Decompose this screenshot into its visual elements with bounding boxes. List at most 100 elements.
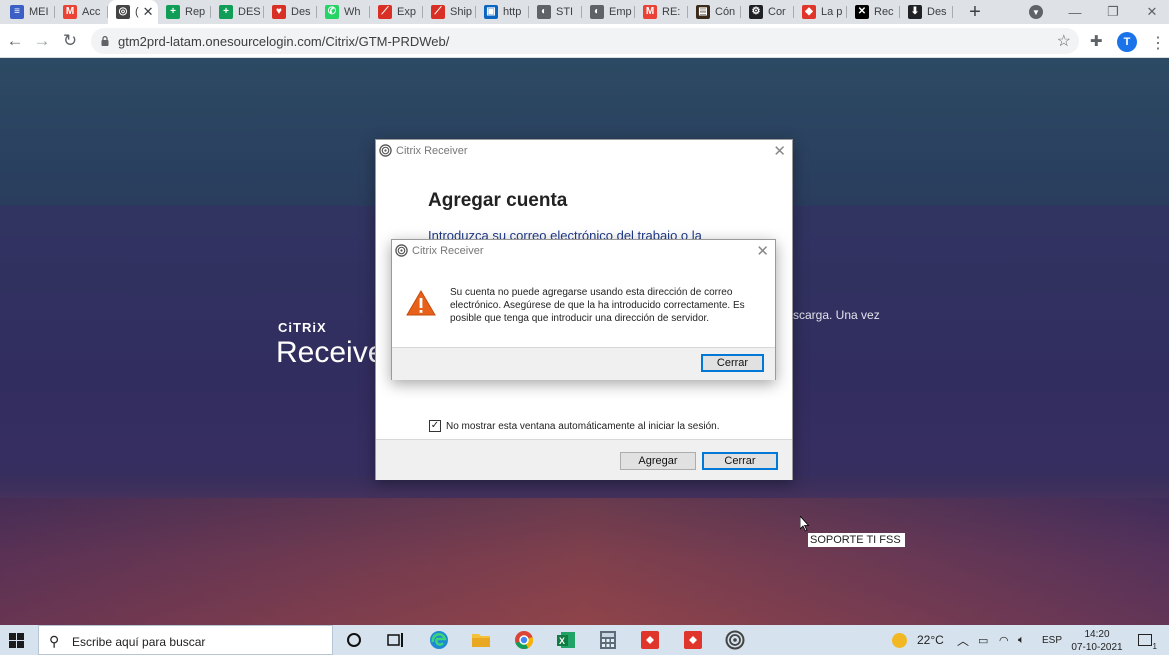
notification-center-icon[interactable]: 1 <box>1138 634 1157 651</box>
browser-tab[interactable]: ≡ MEI <box>2 0 55 24</box>
system-clock[interactable]: 14:20 07-10-2021 <box>1071 628 1123 654</box>
close-icon[interactable]: ✕ <box>756 242 769 260</box>
tab-title: Exp <box>397 6 416 18</box>
restore-icon[interactable]: ❐ <box>1093 0 1133 24</box>
extensions-icon[interactable]: ✚ <box>1090 32 1103 50</box>
search-icon: ⚲ <box>49 633 60 649</box>
back-icon[interactable]: ← <box>5 31 25 51</box>
volume-icon[interactable]: 🔈︎ <box>1018 634 1025 647</box>
close-tab-icon[interactable]: ✕ <box>143 4 154 20</box>
gmail-icon: M <box>643 5 657 19</box>
tab-title: MEI <box>29 6 49 18</box>
tab-list: ≡ MEI M Acc ◎ (✕ + Rep + DES ♥ Des ✆ Wh ⟋ Exp ⟋ Ship ▣ http… <box>0 0 953 24</box>
browser-tab[interactable]: M Acc <box>55 0 108 24</box>
close-icon[interactable]: ✕ <box>773 142 786 160</box>
checkbox-label: No mostrar esta ventana automáticamente … <box>446 420 720 432</box>
browser-tab[interactable]: + DES <box>211 0 264 24</box>
citrix-icon: ◎ <box>116 5 130 19</box>
excel-icon[interactable]: X <box>555 630 577 650</box>
tab-title: Des <box>291 6 311 18</box>
windows-taskbar: ⚲ Escribe aquí para buscar X 22°C ︿ ▭ ◠ … <box>0 625 1169 655</box>
browser-menu-icon[interactable]: ⋮ <box>1150 33 1166 53</box>
minimize-icon[interactable]: — <box>1055 0 1095 24</box>
gmail-icon: M <box>63 5 77 19</box>
address-bar[interactable]: gtm2prd-latam.onesourcelogin.com/Citrix/… <box>91 28 1079 54</box>
search-placeholder: Escribe aquí para buscar <box>72 635 206 649</box>
browser-tab[interactable]: ▣ http <box>476 0 529 24</box>
background-text: scarga. Una vez <box>793 308 880 322</box>
close-button[interactable]: Cerrar <box>701 354 764 372</box>
dialog-heading: Agregar cuenta <box>428 190 568 211</box>
taskbar-search-box[interactable]: ⚲ Escribe aquí para buscar <box>38 625 333 655</box>
dialog-title: Citrix Receiver <box>396 145 468 157</box>
tab-title: Rec <box>874 6 894 18</box>
edge-icon[interactable] <box>428 630 450 650</box>
cortana-icon[interactable] <box>343 630 365 650</box>
citrix-receiver-icon[interactable] <box>724 630 746 650</box>
add-button[interactable]: Agregar <box>620 452 696 470</box>
red-app-icon[interactable] <box>639 630 661 650</box>
svg-text:X: X <box>559 636 565 646</box>
browser-tab[interactable]: ♥ Des <box>264 0 317 24</box>
chrome-icon[interactable] <box>513 630 535 650</box>
tab-title: Acc <box>82 6 101 18</box>
browser-tab[interactable]: ◆ La p <box>794 0 847 24</box>
battery-icon[interactable]: ▭ <box>978 634 988 647</box>
browser-tab[interactable]: ◐ Emp <box>582 0 635 24</box>
tab-title: Rep <box>185 6 206 18</box>
support-label: SOPORTE TI FSS <box>808 533 905 547</box>
tab-title: DES <box>238 6 261 18</box>
weather-sun-icon[interactable] <box>892 633 907 648</box>
auto-show-option: ✓ No mostrar esta ventana automáticament… <box>429 420 719 432</box>
task-view-icon[interactable] <box>385 630 407 650</box>
dialog-titlebar: Citrix Receiver ✕ <box>392 240 775 262</box>
language-indicator[interactable]: ESP <box>1042 635 1062 646</box>
warning-icon <box>406 290 436 316</box>
tab-title: Emp <box>609 6 632 18</box>
browser-tab[interactable]: M RE: <box>635 0 688 24</box>
close-window-icon[interactable]: ✕ <box>1132 0 1169 24</box>
chevron-up-icon[interactable]: ︿ <box>957 632 969 649</box>
error-dialog: Citrix Receiver ✕ Su cuenta no puede agr… <box>391 239 776 380</box>
globe-icon: ◐ <box>590 5 604 19</box>
terminal-icon: ▤ <box>696 5 710 19</box>
reload-icon[interactable]: ↻ <box>60 31 80 51</box>
x-icon: ✕ <box>855 5 869 19</box>
bookmark-star-icon[interactable]: ☆ <box>1057 31 1071 51</box>
browser-tab[interactable]: ◎ (✕ <box>108 0 158 24</box>
tab-search-icon[interactable]: ▼ <box>1029 5 1043 19</box>
browser-tab[interactable]: ⚙ Cor <box>741 0 794 24</box>
new-tab-button[interactable]: + <box>961 0 989 24</box>
citrix-logo-icon <box>395 244 408 257</box>
diamond-icon: ◆ <box>802 5 816 19</box>
globe-icon: ◐ <box>537 5 551 19</box>
file-explorer-icon[interactable] <box>470 630 492 650</box>
calculator-icon[interactable] <box>597 630 619 650</box>
auto-show-checkbox[interactable]: ✓ <box>429 420 441 432</box>
browser-tab[interactable]: ⟋ Exp <box>370 0 423 24</box>
browser-tab[interactable]: + Rep <box>158 0 211 24</box>
browser-tab[interactable]: ✆ Wh <box>317 0 370 24</box>
browser-tab[interactable]: ✕ Rec <box>847 0 900 24</box>
sheets-icon: + <box>166 5 180 19</box>
profile-avatar[interactable]: T <box>1117 32 1137 52</box>
tab-title: Cón <box>715 6 736 18</box>
tab-title: STI <box>556 6 574 18</box>
url-text: gtm2prd-latam.onesourcelogin.com/Citrix/… <box>118 34 450 49</box>
browser-tab[interactable]: ◐ STI <box>529 0 582 24</box>
clock-time: 14:20 <box>1084 629 1110 640</box>
browser-tab[interactable]: ⬇ Des <box>900 0 953 24</box>
weather-temperature[interactable]: 22°C <box>917 633 944 647</box>
start-button[interactable] <box>9 633 24 648</box>
forward-icon[interactable]: → <box>32 31 52 51</box>
cancel-button[interactable]: Cerrar <box>702 452 778 470</box>
gear-icon: ⚙ <box>749 5 763 19</box>
wifi-icon[interactable]: ◠ <box>999 634 1009 647</box>
citrix-logo-icon <box>379 144 392 157</box>
browser-tab[interactable]: ⟋ Ship <box>423 0 476 24</box>
red-app-icon[interactable] <box>682 630 704 650</box>
forms-icon: ≡ <box>10 5 24 19</box>
citrix-logo: CiTRiX <box>278 320 327 335</box>
browser-tab[interactable]: ▤ Cón <box>688 0 741 24</box>
dialog-footer: Cerrar <box>392 347 775 380</box>
